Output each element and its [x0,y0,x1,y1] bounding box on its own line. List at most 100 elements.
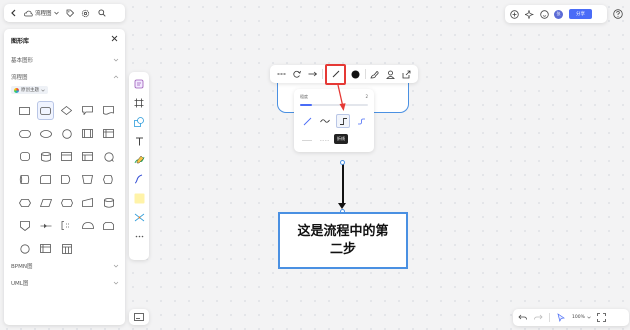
shape-callout[interactable] [77,99,98,122]
annotation-arrow [337,84,346,111]
rounded-elbow-icon[interactable] [354,114,368,128]
curve-line-icon[interactable] [318,114,332,128]
arrow-end-icon[interactable] [306,67,320,81]
text-icon[interactable] [132,133,146,149]
width-label: 粗度 [300,94,308,99]
shapes-icon[interactable] [132,114,146,130]
shape-half-circle[interactable] [77,214,98,237]
straight-line-icon[interactable] [300,114,314,128]
shape-preparation[interactable] [14,191,35,214]
share-button[interactable]: 分享 [569,9,592,19]
section-basic-shapes[interactable]: 基本图形 [11,56,119,64]
shape-offpage[interactable] [14,214,35,237]
top-right-toolbar: 张 分享 [505,5,607,23]
flow-shape-step-two[interactable]: 这是流程中的第二步 [278,212,408,269]
connector-icon[interactable] [132,171,146,187]
shape-circle[interactable] [56,122,77,145]
line-type-button[interactable] [325,63,347,85]
shape-rounded-process[interactable] [37,101,54,120]
help-icon[interactable] [610,6,626,22]
emoji-icon[interactable] [539,9,550,20]
shape-process[interactable] [14,99,35,122]
more-icon[interactable] [132,228,146,244]
section-label: 流程图 [11,75,28,81]
flowchart-shape-grid [14,99,119,260]
frame-icon[interactable] [132,95,146,111]
elbow-line-icon[interactable] [336,114,350,128]
pen-icon[interactable] [132,152,146,168]
shape-tape[interactable] [35,168,56,191]
pointer-icon[interactable] [556,313,566,323]
shape-manual-operation[interactable] [56,145,77,168]
undo-icon[interactable] [517,313,527,323]
section-uml[interactable]: UML图 [11,279,119,287]
shape-database[interactable] [35,145,56,168]
shape-collate[interactable] [35,214,56,237]
share-out-icon[interactable] [400,67,414,81]
section-label: 基本图形 [11,58,34,64]
shape-manual-input[interactable] [77,191,98,214]
shape-hexagon-wide[interactable] [56,191,77,214]
shape-document[interactable] [98,99,119,122]
minimap-icon [134,313,144,321]
theme-chip[interactable]: 原创主题 [11,86,48,94]
shape-sequential-data[interactable] [35,237,56,260]
line-color-icon[interactable] [349,67,363,81]
shape-internal-storage[interactable] [98,122,119,145]
shape-ellipse[interactable] [35,122,56,145]
user-icon[interactable] [384,67,398,81]
shape-cylinder[interactable] [98,191,119,214]
line-pattern-options [302,139,330,142]
line-dash-icon[interactable] [274,67,288,81]
avatar[interactable]: 张 [554,9,563,19]
shape-stored-data[interactable] [98,145,119,168]
chevron-down-icon [113,58,119,62]
shape-card[interactable] [77,145,98,168]
section-label: UML图 [11,281,29,287]
shape-terminator[interactable] [14,122,35,145]
insert-toolbar [129,72,149,260]
connector-start-handle[interactable] [340,160,345,165]
shape-table[interactable] [56,237,77,260]
bottom-right-toolbar: 100% [513,309,629,326]
close-icon[interactable] [110,34,119,43]
shape-trapezoid[interactable] [77,168,98,191]
document-menu[interactable]: 流程图 [24,9,59,17]
add-circle-icon[interactable] [509,9,520,20]
connector-line[interactable] [341,163,344,205]
shape-connector[interactable] [14,237,35,260]
chevron-down-icon [587,316,591,319]
fit-screen-icon[interactable] [597,313,607,323]
shape-display[interactable] [98,168,119,191]
shape-annotation[interactable] [56,214,77,237]
search-icon[interactable] [97,8,107,18]
shape-delay[interactable] [56,168,77,191]
connector-style-toolbar [270,63,418,85]
shape-direct-data[interactable] [14,168,35,191]
shape-library-icon[interactable] [132,76,146,92]
minimap-button[interactable] [129,309,149,325]
shape-loop-limit[interactable] [98,214,119,237]
sparkle-icon[interactable] [524,9,535,20]
mindmap-icon[interactable] [132,209,146,225]
section-flowchart[interactable]: 流程图 [11,73,119,81]
shape-parallelogram[interactable] [35,191,56,214]
tooltip: 折线 [334,134,348,144]
zoom-control[interactable]: 100% [572,315,591,320]
palette-icon [14,87,19,93]
redo-icon[interactable] [533,313,543,323]
shape-rounded-square[interactable] [14,145,35,168]
back-icon[interactable] [8,8,18,18]
width-value: 2 [365,94,368,99]
sticky-note-icon[interactable] [132,190,146,206]
swap-direction-icon[interactable] [290,67,304,81]
shape-subprocess[interactable] [77,122,98,145]
settings-icon[interactable] [81,8,91,18]
width-slider[interactable] [300,104,368,106]
style-brush-icon[interactable] [368,67,382,81]
panel-title: 图形库 [11,38,30,45]
shape-decision[interactable] [56,99,77,122]
divider [364,69,366,79]
tag-icon[interactable] [65,8,75,18]
section-bpmn[interactable]: BPMN图 [11,262,119,270]
